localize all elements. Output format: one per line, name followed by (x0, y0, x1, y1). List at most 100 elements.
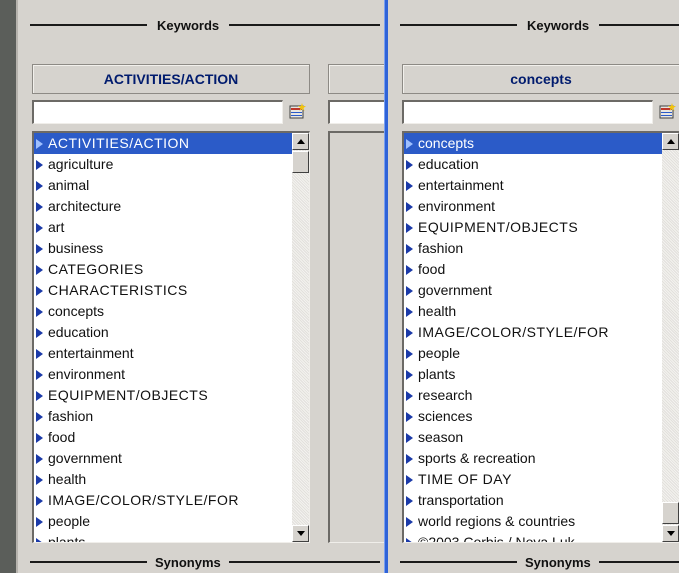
expand-triangle-icon[interactable] (406, 138, 413, 149)
next-column-heading-button[interactable] (328, 64, 384, 94)
expand-triangle-icon[interactable] (406, 369, 413, 380)
expand-triangle-icon[interactable] (36, 180, 43, 191)
keyword-list-item[interactable]: plants (34, 532, 292, 542)
keyword-list-item[interactable]: CHARACTERISTICS (34, 280, 292, 301)
keyword-list-item[interactable]: entertainment (404, 175, 662, 196)
keyword-list-item[interactable]: entertainment (34, 343, 292, 364)
keyword-list-item[interactable]: agriculture (34, 154, 292, 175)
expand-triangle-icon[interactable] (406, 285, 413, 296)
vertical-scrollbar[interactable] (292, 133, 309, 542)
keyword-list-item[interactable]: EQUIPMENT/OBJECTS (404, 217, 662, 238)
keyword-list-item[interactable]: season (404, 427, 662, 448)
category-heading-button[interactable]: concepts (402, 64, 679, 94)
expand-triangle-icon[interactable] (406, 180, 413, 191)
keyword-list-item[interactable]: health (404, 301, 662, 322)
new-keyword-icon[interactable] (659, 103, 676, 120)
keyword-listbox[interactable]: concepts education entertainment environmen… (402, 131, 679, 543)
scroll-down-button[interactable] (292, 525, 309, 542)
expand-triangle-icon[interactable] (36, 516, 43, 527)
keyword-list-item[interactable]: IMAGE/COLOR/STYLE/FOR (34, 490, 292, 511)
keyword-list-item[interactable]: sports & recreation (404, 448, 662, 469)
keyword-list-item[interactable]: fashion (404, 238, 662, 259)
expand-triangle-icon[interactable] (406, 516, 413, 527)
keyword-list-item[interactable]: sciences (404, 406, 662, 427)
keyword-listbox[interactable]: ACTIVITIES/ACTION agriculture animal archit… (32, 131, 310, 543)
keyword-list-item[interactable]: education (34, 322, 292, 343)
keyword-list-item[interactable]: environment (34, 364, 292, 385)
scroll-down-button[interactable] (662, 525, 679, 542)
second-column-search-input[interactable] (328, 100, 384, 124)
keyword-list-item[interactable]: research (404, 385, 662, 406)
expand-triangle-icon[interactable] (406, 390, 413, 401)
expand-triangle-icon[interactable] (406, 348, 413, 359)
expand-triangle-icon[interactable] (406, 243, 413, 254)
keyword-list-item[interactable]: education (404, 154, 662, 175)
keyword-list-item[interactable]: art (34, 217, 292, 238)
keyword-list-item[interactable]: government (34, 448, 292, 469)
keyword-list-item[interactable]: ACTIVITIES/ACTION (34, 133, 292, 154)
keyword-list-item[interactable]: fashion (34, 406, 292, 427)
keyword-list-item[interactable]: EQUIPMENT/OBJECTS (34, 385, 292, 406)
expand-triangle-icon[interactable] (36, 411, 43, 422)
expand-triangle-icon[interactable] (36, 495, 43, 506)
expand-triangle-icon[interactable] (36, 474, 43, 485)
expand-triangle-icon[interactable] (406, 222, 413, 233)
expand-triangle-icon[interactable] (36, 201, 43, 212)
keyword-list-item[interactable]: animal (34, 175, 292, 196)
expand-triangle-icon[interactable] (406, 432, 413, 443)
title-rule (599, 24, 679, 26)
expand-triangle-icon[interactable] (36, 243, 43, 254)
second-column-listbox[interactable] (328, 131, 384, 543)
expand-triangle-icon[interactable] (406, 474, 413, 485)
scroll-thumb[interactable] (292, 151, 309, 173)
expand-triangle-icon[interactable] (406, 201, 413, 212)
keyword-list-item[interactable]: food (34, 427, 292, 448)
category-heading-button[interactable]: ACTIVITIES/ACTION (32, 64, 310, 94)
keyword-list-item[interactable]: environment (404, 196, 662, 217)
expand-triangle-icon[interactable] (406, 453, 413, 464)
keyword-list-item[interactable]: architecture (34, 196, 292, 217)
expand-triangle-icon[interactable] (36, 222, 43, 233)
expand-triangle-icon[interactable] (36, 432, 43, 443)
expand-triangle-icon[interactable] (406, 327, 413, 338)
expand-triangle-icon[interactable] (406, 495, 413, 506)
vertical-scrollbar[interactable] (662, 133, 679, 542)
keyword-list-item[interactable]: concepts (404, 133, 662, 154)
keyword-list-item[interactable]: ©2003 Corbis / Nova Luk (404, 532, 662, 542)
keyword-list-item[interactable]: transportation (404, 490, 662, 511)
expand-triangle-icon[interactable] (36, 348, 43, 359)
expand-triangle-icon[interactable] (36, 369, 43, 380)
expand-triangle-icon[interactable] (36, 285, 43, 296)
keyword-list-item[interactable]: food (404, 259, 662, 280)
keyword-list-item[interactable]: people (404, 343, 662, 364)
expand-triangle-icon[interactable] (406, 264, 413, 275)
keyword-list-item[interactable]: TIME OF DAY (404, 469, 662, 490)
keyword-list-item[interactable]: world regions & countries (404, 511, 662, 532)
expand-triangle-icon[interactable] (36, 390, 43, 401)
expand-triangle-icon[interactable] (36, 264, 43, 275)
scroll-up-button[interactable] (662, 133, 679, 150)
expand-triangle-icon[interactable] (36, 138, 43, 149)
keyword-list-item[interactable]: people (34, 511, 292, 532)
keyword-search-input[interactable] (402, 100, 653, 124)
expand-triangle-icon[interactable] (36, 306, 43, 317)
keyword-list-item[interactable]: CATEGORIES (34, 259, 292, 280)
expand-triangle-icon[interactable] (406, 537, 413, 542)
keyword-list-item[interactable]: concepts (34, 301, 292, 322)
keyword-list-item[interactable]: IMAGE/COLOR/STYLE/FOR (404, 322, 662, 343)
scroll-up-button[interactable] (292, 133, 309, 150)
scroll-thumb[interactable] (662, 502, 679, 524)
expand-triangle-icon[interactable] (406, 159, 413, 170)
expand-triangle-icon[interactable] (36, 537, 43, 542)
keyword-list-item[interactable]: government (404, 280, 662, 301)
expand-triangle-icon[interactable] (406, 411, 413, 422)
new-keyword-icon[interactable] (289, 103, 306, 120)
keyword-list-item[interactable]: plants (404, 364, 662, 385)
expand-triangle-icon[interactable] (406, 306, 413, 317)
expand-triangle-icon[interactable] (36, 327, 43, 338)
expand-triangle-icon[interactable] (36, 453, 43, 464)
keyword-list-item[interactable]: health (34, 469, 292, 490)
expand-triangle-icon[interactable] (36, 159, 43, 170)
keyword-list-item[interactable]: business (34, 238, 292, 259)
keyword-search-input[interactable] (32, 100, 283, 124)
